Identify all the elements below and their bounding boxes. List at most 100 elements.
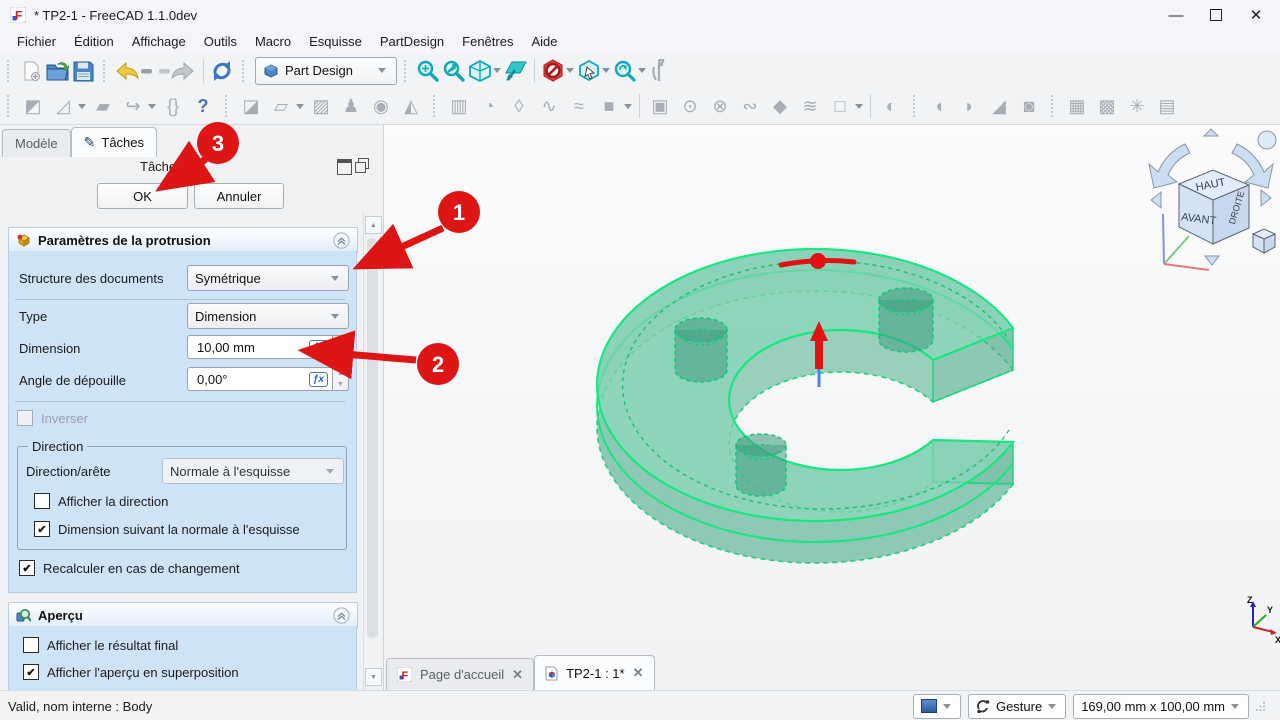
taper-spinner[interactable]: ▲▼ <box>333 367 349 391</box>
chevron-down-icon[interactable] <box>602 68 610 73</box>
menu-fichier[interactable]: Fichier <box>8 32 65 51</box>
show-overlay-row[interactable]: ✔ Afficher l'aperçu en superposition <box>23 664 239 680</box>
viewport-dimensions-button[interactable]: 169,00 mm x 100,00 mm <box>1073 694 1249 719</box>
expression-fx-icon[interactable]: ƒx <box>309 372 328 387</box>
3d-viewport[interactable]: HAUT AVANT DROITE <box>383 125 1280 690</box>
menu-esquisse[interactable]: Esquisse <box>300 32 371 51</box>
taper-spinbox[interactable]: 0,00° ƒx ▲▼ <box>187 367 349 391</box>
float-panel-icon[interactable] <box>358 158 369 169</box>
nav-right-triangle[interactable] <box>1261 190 1271 206</box>
nav-cube-body[interactable]: HAUT AVANT DROITE <box>1179 170 1249 244</box>
box-selection-icon[interactable] <box>503 58 529 84</box>
toolbar-grip[interactable] <box>103 60 109 82</box>
shapebinder-icon[interactable]: ◉ <box>369 93 393 119</box>
subtractive-loft-icon[interactable]: ◆ <box>768 93 792 119</box>
chevron-down-icon[interactable] <box>493 68 501 73</box>
length-input[interactable]: 10,00 mm ƒx <box>187 335 333 359</box>
preview-header[interactable]: Aperçu <box>8 602 358 628</box>
update-view-checkbox[interactable]: ✔ <box>19 560 35 576</box>
menu-partdesign[interactable]: PartDesign <box>371 32 453 51</box>
toolbar-grip[interactable] <box>225 95 231 117</box>
collapse-section-icon[interactable] <box>333 232 350 249</box>
toolbar-grip[interactable] <box>433 95 439 117</box>
show-direction-row[interactable]: Afficher la direction <box>34 493 168 509</box>
nav-left-triangle[interactable] <box>1151 192 1161 208</box>
collapse-section-icon[interactable] <box>333 607 350 624</box>
draw-style-button[interactable] <box>913 694 961 719</box>
update-view-row[interactable]: ✔ Recalculer en cas de changement <box>19 560 240 576</box>
expression-fx-icon[interactable]: ƒx <box>309 340 328 355</box>
length-spinner[interactable]: ▲▼ <box>333 335 349 359</box>
revolution-icon[interactable]: ◔ <box>477 93 501 119</box>
new-document-icon[interactable] <box>18 58 44 84</box>
fit-all-icon[interactable] <box>415 58 441 84</box>
pad-icon[interactable]: ▥ <box>447 93 471 119</box>
reversed-checkbox-row[interactable]: Inverser <box>17 410 88 426</box>
redo-icon[interactable] <box>156 58 198 84</box>
dependency-graph-icon[interactable] <box>576 58 602 84</box>
clone-icon[interactable]: ◭ <box>399 93 423 119</box>
measure-icon[interactable] <box>648 58 674 84</box>
menu-affichage[interactable]: Affichage <box>123 32 195 51</box>
tab-taches[interactable]: ✎ Tâches <box>71 127 157 157</box>
maximize-button[interactable] <box>1196 1 1236 29</box>
polar-pattern-icon[interactable]: ✳ <box>1125 93 1149 119</box>
scrollbar-thumb[interactable] <box>367 238 378 638</box>
open-document-icon[interactable] <box>44 58 70 84</box>
subtractive-helix-icon[interactable]: ≋ <box>798 93 822 119</box>
menu-macro[interactable]: Macro <box>246 32 300 51</box>
body-icon[interactable]: ◪ <box>239 93 263 119</box>
additive-primitive-icon[interactable]: ■ <box>597 93 621 119</box>
nav-mini-cube[interactable] <box>1253 229 1275 253</box>
toolbar-grip[interactable] <box>242 60 248 82</box>
toolbar-grip[interactable] <box>404 60 410 82</box>
nav-down-triangle[interactable] <box>1205 256 1219 265</box>
create-datum-icon[interactable]: ◿ <box>51 93 75 119</box>
link-actions-icon[interactable]: ↪ <box>121 93 145 119</box>
hole-icon[interactable]: ⊙ <box>678 93 702 119</box>
navigation-style-button[interactable]: Gesture <box>968 694 1066 719</box>
create-sketch-icon[interactable]: ▱ <box>269 93 293 119</box>
isometric-view-icon[interactable] <box>467 58 493 84</box>
chevron-down-icon[interactable] <box>148 104 156 109</box>
close-icon[interactable]: ✕ <box>512 667 523 683</box>
subtractive-pipe-icon[interactable]: ∾ <box>738 93 762 119</box>
scene-inspector-icon[interactable] <box>612 58 638 84</box>
refresh-icon[interactable] <box>209 58 235 84</box>
scrollbar-down-button[interactable]: ▼ <box>365 668 382 686</box>
along-normal-checkbox[interactable]: ✔ <box>34 521 50 537</box>
minimize-button[interactable]: — <box>1156 1 1196 29</box>
chamfer-icon[interactable]: ◗ <box>957 93 981 119</box>
nav-up-triangle[interactable] <box>1204 129 1218 136</box>
chevron-down-icon[interactable] <box>855 104 863 109</box>
navigation-cube[interactable]: HAUT AVANT DROITE <box>1141 128 1280 276</box>
expression-editor-icon[interactable]: {} <box>161 93 185 119</box>
length-type-select[interactable]: Dimension <box>187 303 349 329</box>
multitransform-icon[interactable]: ▤ <box>1155 93 1179 119</box>
close-button[interactable]: ✕ <box>1236 1 1276 29</box>
show-result-row[interactable]: Afficher le résultat final <box>23 637 178 653</box>
thickness-icon[interactable]: ◙ <box>1017 93 1041 119</box>
ok-button[interactable]: OK <box>97 183 188 209</box>
chevron-down-icon[interactable] <box>638 68 646 73</box>
toolbar-grip[interactable] <box>7 95 13 117</box>
chevron-down-icon[interactable] <box>624 104 632 109</box>
toolbar-grip[interactable] <box>913 95 919 117</box>
tab-modele[interactable]: Modèle <box>2 129 71 157</box>
groove-icon[interactable]: ⊗ <box>708 93 732 119</box>
subtractive-primitive-icon[interactable]: □ <box>828 93 852 119</box>
close-icon[interactable]: ✕ <box>633 665 644 681</box>
taper-input[interactable]: 0,00° ƒx <box>187 367 333 391</box>
boolean-icon[interactable]: ◐ <box>879 93 903 119</box>
rotate-left-arrow-icon[interactable] <box>1149 144 1190 188</box>
reversed-checkbox[interactable] <box>17 410 33 426</box>
save-icon[interactable] <box>70 58 96 84</box>
show-result-checkbox[interactable] <box>23 637 39 653</box>
chevron-down-icon[interactable] <box>566 68 574 73</box>
undo-icon[interactable] <box>114 58 156 84</box>
pad-parameters-header[interactable]: Paramètres de la protrusion <box>8 227 358 253</box>
pad-type-select[interactable]: Symétrique <box>187 265 349 291</box>
clipping-plane-icon[interactable] <box>540 58 566 84</box>
fillet-icon[interactable]: ◖ <box>927 93 951 119</box>
chevron-down-icon[interactable] <box>78 104 86 109</box>
